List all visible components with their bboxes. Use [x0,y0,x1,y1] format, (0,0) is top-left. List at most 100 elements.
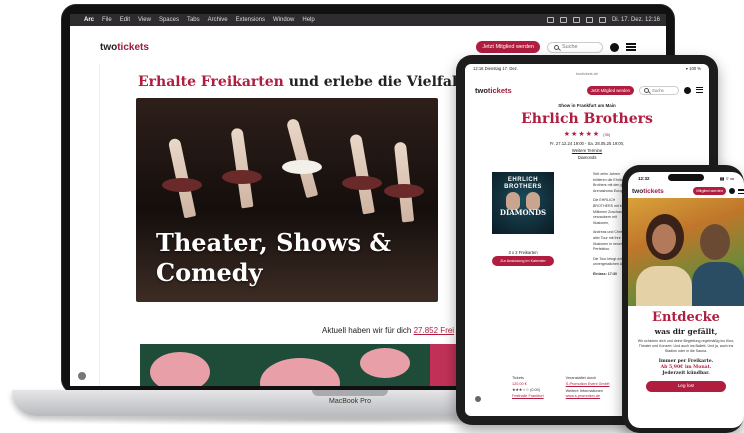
event-dates: Fr. 27.12.24 19:00 - Sa. 28.05.25 19:00, [549,141,625,146]
menu-item-archive[interactable]: Archive [208,17,228,23]
search-icon [644,87,649,93]
calendar-draw-button[interactable]: Zur Auslosung im Kalender [492,256,554,266]
menubar-clock[interactable]: Di. 17. Dez. 12:16 [612,17,660,23]
menu-item-window[interactable]: Window [273,17,294,23]
ipad-dock-dot [475,396,481,402]
twotickets-logo[interactable]: twotickets [100,42,149,53]
tutu-shape [342,176,382,190]
become-member-button[interactable]: Jetzt Mitglied werden [586,85,634,95]
more-info-link[interactable]: www.s-promotion.de [566,394,610,398]
menu-item-edit[interactable]: Edit [120,17,130,23]
iphone-screen: 12:32 ▮▮ ⌔ ▭ twotickets Mitglied werden … [628,172,744,428]
status-icon[interactable] [546,17,554,23]
become-member-button[interactable]: Mitglied werden [693,187,726,195]
rating-count: (35) [603,132,611,137]
rating-stars-icon: ★★★★★ [563,131,601,138]
event-rating[interactable]: ★★★★★ (35) [465,130,709,138]
menu-item-file[interactable]: File [102,17,112,23]
hamburger-menu-icon[interactable] [696,87,703,93]
ipad-url-bar[interactable]: twotickets.de [465,72,709,76]
menu-item-help[interactable]: Help [302,17,314,23]
tutu-shape [282,160,322,174]
card-line-3: Jederzeit kündbar. [662,371,710,377]
event-poster[interactable]: EHRLICH BROTHERS DIAMONDS [492,172,554,234]
tickets-price: 120,00 € [512,381,527,386]
poster-title: EHRLICH BROTHERS [492,177,554,190]
user-account-icon[interactable] [610,42,619,52]
dancer-shape [349,133,375,215]
user-account-icon[interactable] [684,86,691,94]
event-title: Ehrlich Brothers [521,111,653,127]
status-icon[interactable] [559,17,567,23]
menu-item-arc[interactable]: Arc [84,17,94,23]
search-placeholder: Suche [652,87,664,93]
device-mockup-stage: MacBook Pro Arc File Edit View Spaces Ta… [0,0,744,433]
search-icon[interactable] [598,17,606,23]
tickets-label: Tickets [512,376,524,380]
logo-part-tickets: tickets [117,41,149,53]
person-shirt-shape [692,262,744,306]
menu-item-extensions[interactable]: Extensions [236,17,265,23]
search-placeholder: Suche [562,44,578,50]
dancer-shape [393,141,415,223]
teaser-image[interactable] [140,344,430,386]
logo-part-two: two [632,187,644,195]
tutu-shape [222,170,262,184]
footer-col-organizer: Veranstaltet durch S-Promotion Event Gmb… [566,376,610,400]
iphone-site-header: twotickets Mitglied werden [632,184,744,198]
iphone-status-time: 12:32 [638,176,650,181]
battery-icon[interactable] [585,17,593,23]
page-headline: Erhalte Freikarten und erlebe die Vielfa… [138,74,510,90]
person-shirt-shape [636,266,692,306]
twotickets-logo[interactable]: twotickets [475,86,512,95]
menu-item-view[interactable]: View [138,17,151,23]
venue-link[interactable]: Festhalle Frankfurt [512,394,544,398]
card-description: Wir schicken dich und deine Begleitung r… [637,339,735,353]
user-account-icon[interactable] [729,188,735,194]
card-line-2: Ab 5,90€ im Monat. [660,365,712,371]
hero-title-line1: Theater, Shows & [156,228,392,257]
card-subtitle: was dir gefällt, [654,327,718,336]
ticket-quantity: 3 x 2 Freikarten [508,250,538,255]
menu-item-spaces[interactable]: Spaces [159,17,179,23]
menu-item-tabs[interactable]: Tabs [187,17,200,23]
become-member-button[interactable]: Jetzt Mitglied werden [476,41,540,53]
count-number-link[interactable]: 27.852 Frei [414,326,454,335]
search-input[interactable]: Suche [547,41,603,53]
tutu-shape [162,178,202,192]
card-title: Entdecke [652,310,720,325]
organizer-link[interactable]: S-Promotion Event GmbH [566,382,610,386]
twotickets-logo[interactable]: twotickets [632,188,664,195]
dancer-shape [285,117,319,199]
hero-couple-photo [628,198,744,306]
logo-part-tickets: tickets [643,187,664,195]
browser-sidebar-edge [70,64,100,386]
headline-accent: Erhalte Freikarten [138,74,284,90]
macbook-notch [312,390,388,396]
hamburger-menu-icon[interactable] [738,188,744,194]
signup-card: Entdecke was dir gefällt, Wir schicken d… [632,306,740,426]
teaser-shape [150,352,210,386]
teaser-shape [360,348,410,378]
ipad-status-right: ▾ 100 % [685,66,701,71]
wifi-icon[interactable] [572,17,580,23]
logo-part-tickets: tickets [487,85,512,95]
ipad-status-time: 12:16 Dienstag 17. Dez. [473,66,518,71]
get-started-button[interactable]: Leg los! [646,381,726,393]
more-dates-link[interactable]: Weitere Termine [465,148,709,153]
venue-rating: ★★★☆☆ (0.00) [512,388,540,392]
event-kicker: Show in Frankfurt am Main [558,103,616,108]
header-actions: Mitglied werden [693,187,744,195]
count-prefix: Aktuell haben wir für dich [322,326,414,335]
hero-title-line2: Comedy [156,258,263,287]
poster-subtitle: DIAMONDS [499,208,547,217]
ipad-site-header: twotickets Jetzt Mitglied werden Suche [475,83,703,97]
tutu-shape [384,184,424,198]
iphone-status-bar: 12:32 ▮▮ ⌔ ▭ [628,174,744,183]
hamburger-menu-icon[interactable] [626,43,636,51]
hero-ballet-image[interactable]: Theater, Shows & Comedy [136,98,438,302]
teaser-shape [260,358,340,386]
search-input[interactable]: Suche [639,85,679,95]
browser-dock-dot [78,372,86,380]
person-face-shape [700,224,730,260]
